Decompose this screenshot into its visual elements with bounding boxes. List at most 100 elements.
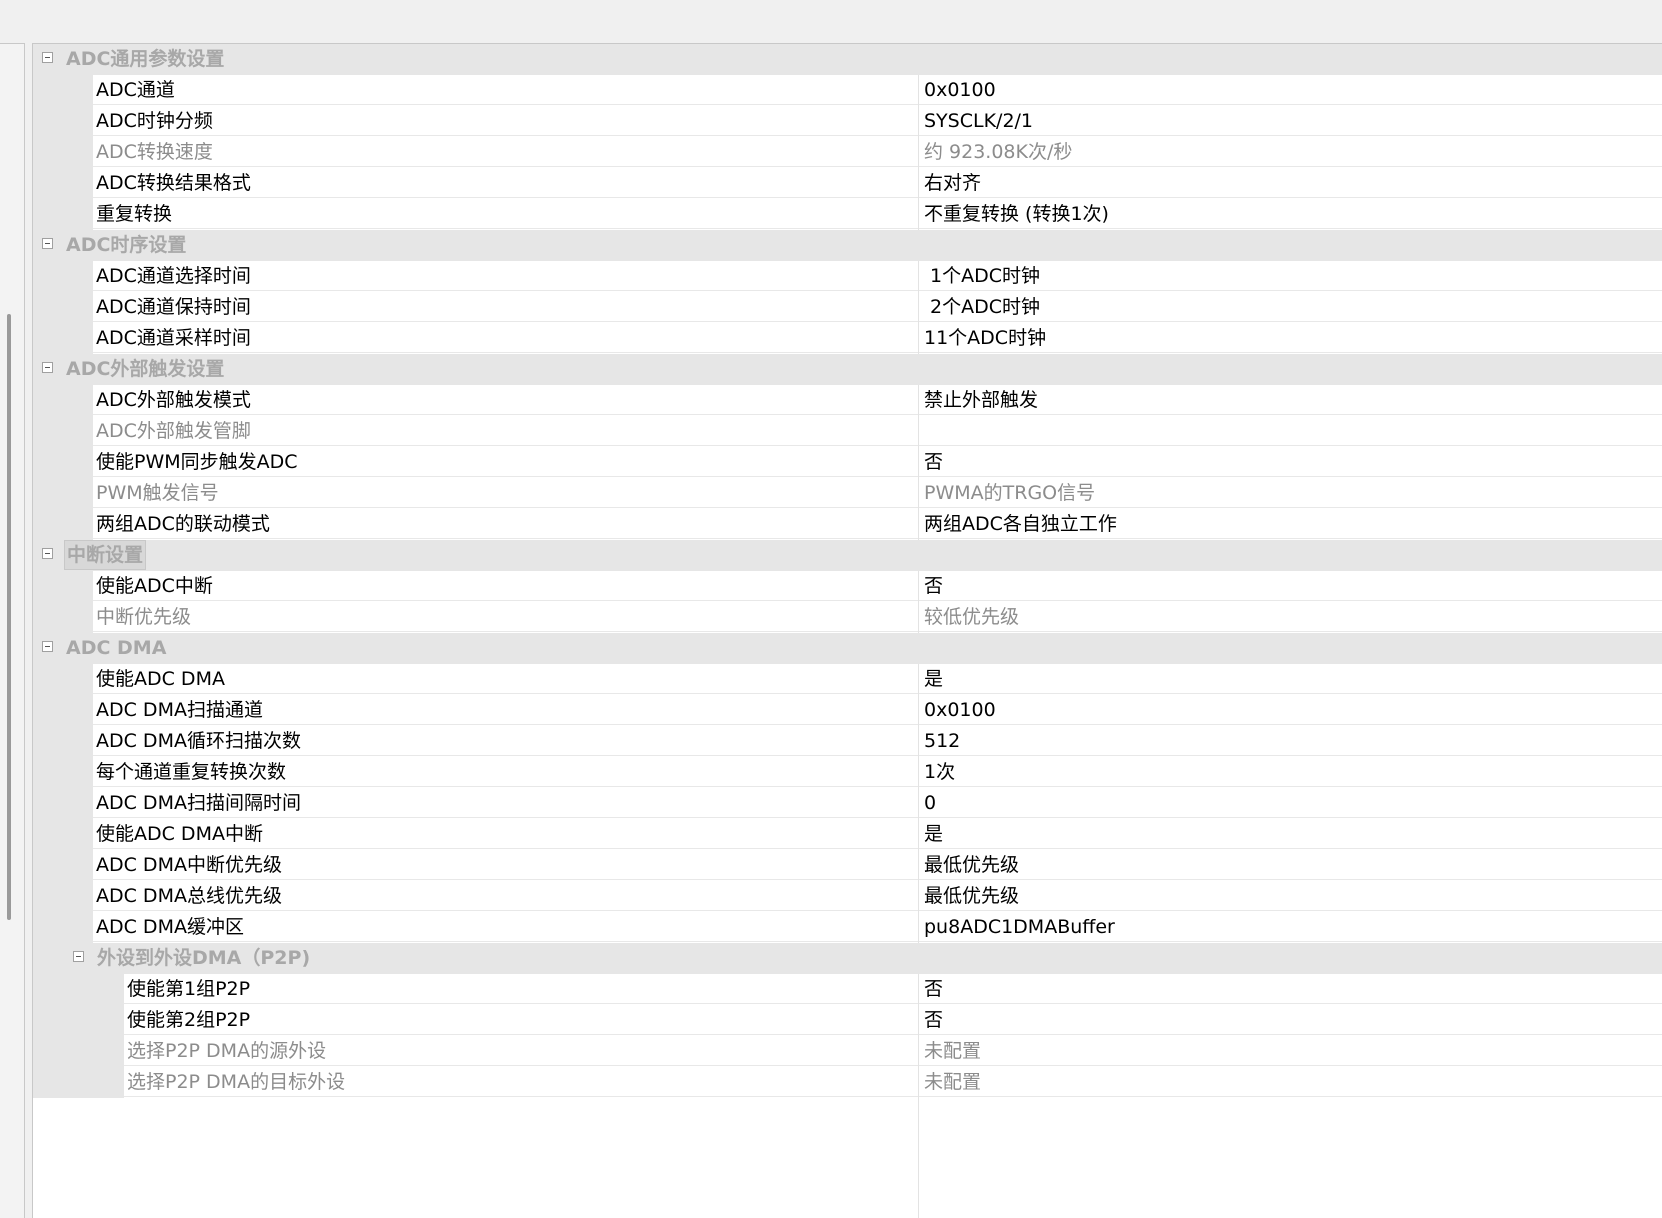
collapse-toggle-icon[interactable] <box>73 951 84 962</box>
property-row[interactable]: PWM触发信号 PWMA的TRGO信号 <box>33 478 1662 509</box>
property-value[interactable]: 1个ADC时钟 <box>919 261 1662 291</box>
row-gutter <box>33 478 93 509</box>
property-row[interactable]: 使能第1组P2P 否 <box>33 974 1662 1005</box>
property-row[interactable]: ADC DMA缓冲区 pu8ADC1DMABuffer <box>33 912 1662 943</box>
property-value[interactable]: 最低优先级 <box>919 881 1662 911</box>
property-value[interactable]: 最低优先级 <box>919 850 1662 880</box>
property-row[interactable]: 每个通道重复转换次数 1次 <box>33 757 1662 788</box>
property-value: PWMA的TRGO信号 <box>919 478 1662 508</box>
property-row[interactable]: 使能第2组P2P 否 <box>33 1005 1662 1036</box>
property-value[interactable]: 不重复转换 (转换1次) <box>919 199 1662 229</box>
property-value[interactable]: 右对齐 <box>919 168 1662 198</box>
property-value[interactable]: 11个ADC时钟 <box>919 323 1662 353</box>
property-name: 使能ADC DMA中断 <box>93 819 918 849</box>
property-name: ADC时钟分频 <box>93 106 918 136</box>
property-name: 重复转换 <box>93 199 918 229</box>
row-gutter <box>33 974 124 1005</box>
collapse-toggle-icon[interactable] <box>42 641 53 652</box>
property-name: ADC DMA中断优先级 <box>93 850 918 880</box>
property-row[interactable]: ADC DMA扫描间隔时间 0 <box>33 788 1662 819</box>
category-row[interactable]: 中断设置 <box>33 540 1662 571</box>
property-value[interactable]: 否 <box>919 447 1662 477</box>
row-gutter <box>33 509 93 540</box>
property-name: ADC外部触发模式 <box>93 385 918 415</box>
category-row[interactable]: 外设到外设DMA（P2P) <box>33 943 1662 974</box>
row-gutter <box>33 602 93 633</box>
property-name: 使能第1组P2P <box>124 974 918 1004</box>
property-name: 使能ADC中断 <box>93 571 918 601</box>
property-value: 未配置 <box>919 1036 1662 1066</box>
property-row[interactable]: ADC时钟分频 SYSCLK/2/1 <box>33 106 1662 137</box>
property-value[interactable]: 否 <box>919 1005 1662 1035</box>
property-row[interactable]: ADC DMA扫描通道 0x0100 <box>33 695 1662 726</box>
row-gutter <box>33 819 93 850</box>
property-name: ADC DMA总线优先级 <box>93 881 918 911</box>
row-gutter <box>33 1067 124 1098</box>
property-value[interactable]: 是 <box>919 664 1662 694</box>
property-row[interactable]: 中断优先级 较低优先级 <box>33 602 1662 633</box>
row-gutter <box>33 788 93 819</box>
row-gutter <box>33 1005 124 1036</box>
property-name: 每个通道重复转换次数 <box>93 757 918 787</box>
row-gutter <box>33 447 93 478</box>
collapse-toggle-icon[interactable] <box>42 238 53 249</box>
category-row[interactable]: ADC DMA <box>33 633 1662 664</box>
property-value[interactable]: 两组ADC各自独立工作 <box>919 509 1662 539</box>
property-name: ADC通道采样时间 <box>93 323 918 353</box>
row-gutter <box>33 292 93 323</box>
property-row[interactable]: 使能ADC中断否 <box>33 571 1662 602</box>
property-name: ADC转换结果格式 <box>93 168 918 198</box>
property-row[interactable]: ADC外部触发模式 禁止外部触发 <box>33 385 1662 416</box>
property-name: ADC DMA扫描通道 <box>93 695 918 725</box>
category-row[interactable]: ADC通用参数设置 <box>33 44 1662 75</box>
property-name: ADC通道保持时间 <box>93 292 918 322</box>
vertical-scrollbar-thumb[interactable] <box>7 314 11 920</box>
row-gutter <box>33 726 93 757</box>
row-gutter <box>33 1036 124 1067</box>
property-row[interactable]: ADC通道采样时间 11个ADC时钟 <box>33 323 1662 354</box>
property-row[interactable]: 选择P2P DMA的源外设 未配置 <box>33 1036 1662 1067</box>
property-row[interactable]: ADC DMA总线优先级 最低优先级 <box>33 881 1662 912</box>
property-row[interactable]: ADC DMA中断优先级 最低优先级 <box>33 850 1662 881</box>
property-row[interactable]: ADC通道保持时间 2个ADC时钟 <box>33 292 1662 323</box>
property-name: 中断优先级 <box>93 602 918 632</box>
property-row[interactable]: 重复转换 不重复转换 (转换1次) <box>33 199 1662 230</box>
property-row[interactable]: 使能ADC DMA 是 <box>33 664 1662 695</box>
property-row[interactable]: ADC通道选择时间 1个ADC时钟 <box>33 261 1662 292</box>
property-value[interactable]: 0x0100 <box>919 75 1662 105</box>
property-value[interactable]: 否 <box>919 571 1662 601</box>
property-row[interactable]: 选择P2P DMA的目标外设 未配置 <box>33 1067 1662 1098</box>
property-row[interactable]: ADC转换结果格式 右对齐 <box>33 168 1662 199</box>
property-value[interactable]: 1次 <box>919 757 1662 787</box>
property-row[interactable]: ADC DMA循环扫描次数 512 <box>33 726 1662 757</box>
property-value[interactable]: pu8ADC1DMABuffer <box>919 912 1662 942</box>
property-row[interactable]: 使能ADC DMA中断是 <box>33 819 1662 850</box>
collapse-toggle-icon[interactable] <box>42 548 53 559</box>
property-value: 较低优先级 <box>919 602 1662 632</box>
category-row[interactable]: ADC时序设置 <box>33 230 1662 261</box>
row-gutter <box>33 695 93 726</box>
property-name: 使能PWM同步触发ADC <box>93 447 918 477</box>
category-label: ADC外部触发设置 <box>66 358 225 380</box>
property-row[interactable]: 两组ADC的联动模式 两组ADC各自独立工作 <box>33 509 1662 540</box>
collapse-toggle-icon[interactable] <box>42 362 53 373</box>
property-value[interactable]: 禁止外部触发 <box>919 385 1662 415</box>
row-gutter <box>33 571 93 602</box>
property-value[interactable]: 是 <box>919 819 1662 849</box>
property-value[interactable]: 512 <box>919 726 1662 756</box>
row-gutter <box>33 881 93 912</box>
property-value[interactable]: 0 <box>919 788 1662 818</box>
property-row[interactable]: 使能PWM同步触发ADC 否 <box>33 447 1662 478</box>
property-value[interactable]: SYSCLK/2/1 <box>919 106 1662 136</box>
property-name: ADC通道选择时间 <box>93 261 918 291</box>
property-row[interactable]: ADC转换速度约 923.08K次/秒 <box>33 137 1662 168</box>
property-row[interactable]: ADC通道 0x0100 <box>33 75 1662 106</box>
property-row[interactable]: ADC外部触发管脚 <box>33 416 1662 447</box>
property-value[interactable]: 2个ADC时钟 <box>919 292 1662 322</box>
row-gutter <box>33 912 93 943</box>
collapse-toggle-icon[interactable] <box>42 52 53 63</box>
property-name: 选择P2P DMA的源外设 <box>124 1036 918 1066</box>
property-value[interactable]: 0x0100 <box>919 695 1662 725</box>
category-row[interactable]: ADC外部触发设置 <box>33 354 1662 385</box>
property-value[interactable]: 否 <box>919 974 1662 1004</box>
